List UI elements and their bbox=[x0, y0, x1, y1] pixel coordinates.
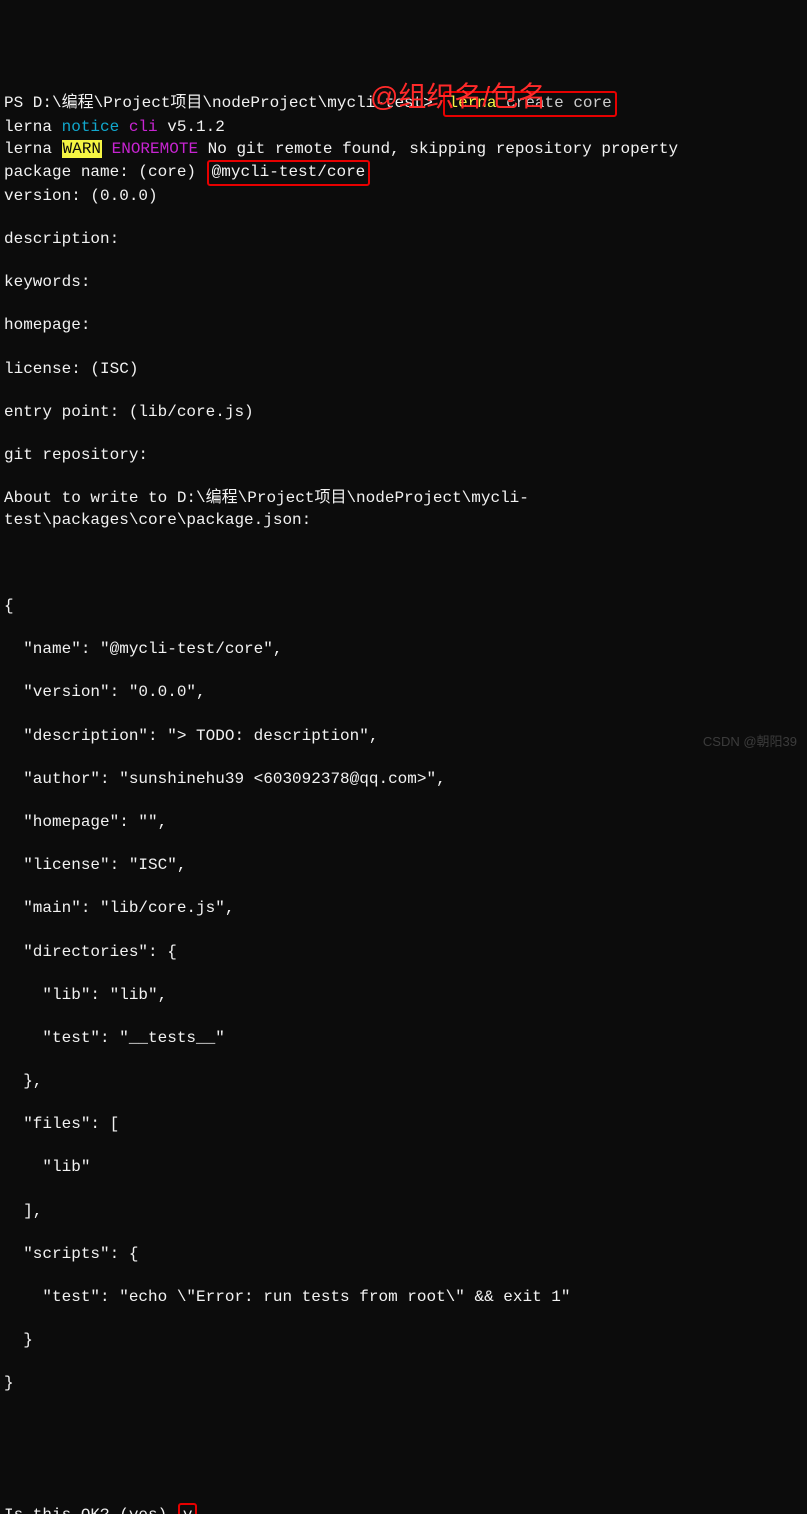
annotation-label: @组织名/包名 bbox=[370, 78, 546, 116]
json-scripts-close: } bbox=[4, 1330, 803, 1352]
version-line: version: (0.0.0) bbox=[4, 186, 803, 208]
about-to-write-line: About to write to D:\编程\Project项目\nodePr… bbox=[4, 488, 803, 531]
lerna-warn-line: lerna WARN ENOREMOTE No git remote found… bbox=[4, 139, 803, 161]
json-name: "name": "@mycli-test/core", bbox=[4, 639, 803, 661]
json-homepage: "homepage": "", bbox=[4, 812, 803, 834]
json-directories-close: }, bbox=[4, 1071, 803, 1093]
json-files-open: "files": [ bbox=[4, 1114, 803, 1136]
json-directories-open: "directories": { bbox=[4, 942, 803, 964]
json-files-item: "lib" bbox=[4, 1157, 803, 1179]
license-line: license: (ISC) bbox=[4, 359, 803, 381]
highlight-box-yes: y bbox=[178, 1503, 198, 1514]
keywords-line: keywords: bbox=[4, 272, 803, 294]
homepage-line: homepage: bbox=[4, 315, 803, 337]
json-main: "main": "lib/core.js", bbox=[4, 898, 803, 920]
entry-point-line: entry point: (lib/core.js) bbox=[4, 402, 803, 424]
watermark-text: CSDN @朝阳39 bbox=[703, 733, 797, 751]
lerna-notice-line: lerna notice cli v5.1.2 bbox=[4, 117, 803, 139]
highlight-box-pkgname: @mycli-test/core bbox=[207, 160, 371, 186]
json-license: "license": "ISC", bbox=[4, 855, 803, 877]
json-open: { bbox=[4, 596, 803, 618]
json-scripts-test: "test": "echo \"Error: run tests from ro… bbox=[4, 1287, 803, 1309]
json-test: "test": "__tests__" bbox=[4, 1028, 803, 1050]
json-description: "description": "> TODO: description", bbox=[4, 726, 803, 748]
terminal-output[interactable]: PS D:\编程\Project项目\nodeProject\mycli-tes… bbox=[4, 91, 803, 1514]
json-close: } bbox=[4, 1373, 803, 1395]
package-name-line: package name: (core) @mycli-test/core bbox=[4, 160, 803, 186]
description-line: description: bbox=[4, 229, 803, 251]
confirm-line: Is this OK? (yes) y bbox=[4, 1503, 803, 1514]
json-author: "author": "sunshinehu39 <603092378@qq.co… bbox=[4, 769, 803, 791]
json-lib: "lib": "lib", bbox=[4, 985, 803, 1007]
json-scripts-open: "scripts": { bbox=[4, 1244, 803, 1266]
json-version: "version": "0.0.0", bbox=[4, 682, 803, 704]
git-repo-line: git repository: bbox=[4, 445, 803, 467]
json-files-close: ], bbox=[4, 1201, 803, 1223]
